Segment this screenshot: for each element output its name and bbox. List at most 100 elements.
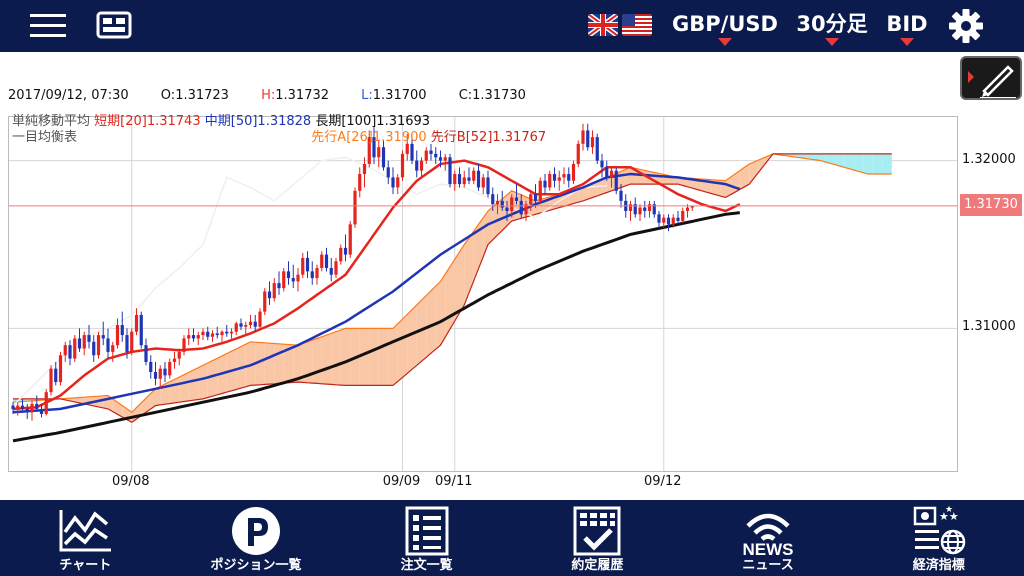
candle-body — [581, 130, 585, 144]
candle-body — [258, 311, 262, 327]
layout-grid-icon[interactable] — [94, 8, 134, 44]
candle-body — [187, 335, 191, 339]
candle-datetime: 2017/09/12, 07:30 — [8, 88, 129, 103]
price-axis: 1.31000 1.32000 — [958, 116, 1024, 472]
gear-icon[interactable] — [946, 8, 986, 44]
time-tick-label: 09/12 — [644, 474, 682, 489]
candle-body — [215, 333, 219, 336]
candle-body — [177, 351, 181, 359]
svg-text:★: ★ — [945, 506, 953, 515]
ichimoku-cloud-segment — [336, 330, 341, 386]
candle-body — [343, 247, 348, 255]
ichimoku-cloud-segment — [312, 338, 317, 384]
candle-body — [282, 271, 286, 289]
nav-positions-label: ポジション一覧 — [210, 558, 302, 573]
nav-orders-label: 注文一覧 — [400, 558, 453, 573]
candle-body — [457, 174, 462, 185]
ichimoku-cloud-segment — [412, 304, 417, 370]
candle-body — [163, 368, 167, 376]
candle-body — [377, 147, 381, 158]
price-chart[interactable] — [8, 116, 958, 472]
ichimoku-cloud-segment — [279, 343, 284, 384]
candle-body — [149, 361, 153, 373]
nav-indicators[interactable]: ★★ ★ 経済指標 — [853, 500, 1024, 576]
candle-body — [353, 190, 357, 225]
ichimoku-cloud-segment — [212, 358, 218, 397]
ichimoku-cloud-segment — [179, 374, 184, 403]
ichimoku-legend-row: 一目均衡表 先行A[26]1.31900 先行B[52]1.31767 — [12, 130, 546, 146]
candle-body — [210, 333, 215, 337]
nav-executions-label: 約定履歴 — [571, 558, 624, 573]
ichimoku-cloud-segment — [440, 274, 446, 346]
ichimoku-cloud-segment — [317, 336, 322, 384]
candle-body — [291, 278, 295, 282]
candle-body — [614, 170, 618, 191]
ichimoku-cloud-segment — [621, 169, 626, 188]
candle-body — [158, 368, 162, 379]
sma-long-value: 長期[100]1.31693 — [315, 114, 431, 129]
nav-positions[interactable]: ポジション一覧 — [171, 500, 342, 576]
candle-body — [296, 274, 300, 282]
candle-body — [334, 261, 338, 275]
candle-body — [144, 345, 148, 362]
ichimoku-cloud-segment — [849, 153, 854, 171]
candle-body — [16, 405, 20, 409]
time-axis: 09/08 09/09 09/11 09/12 — [8, 472, 958, 500]
candle-body — [424, 150, 428, 161]
candle-body — [329, 267, 333, 275]
price-chart-canvas[interactable] — [9, 117, 957, 471]
candle-body — [182, 338, 186, 352]
candle-body — [248, 321, 253, 326]
ichimoku-title: 一目均衡表 — [12, 130, 78, 145]
candle-body — [139, 314, 143, 346]
ichimoku-cloud-segment — [426, 290, 431, 358]
candle-body — [58, 355, 63, 383]
nav-news[interactable]: NEWS ニュース — [683, 500, 854, 576]
candle-body — [643, 207, 647, 211]
candle-body — [106, 338, 110, 352]
ichimoku-cloud-segment — [882, 153, 887, 175]
ichimoku-cloud-segment — [345, 328, 351, 386]
nav-indicators-label: 経済指標 — [912, 558, 965, 573]
candle-body — [543, 180, 547, 188]
current-price-label: 1.31730 — [960, 193, 1022, 216]
sma-short-value: 短期[20]1.31743 — [94, 114, 201, 129]
candle-body — [410, 143, 414, 161]
price-tick-label: 1.31000 — [962, 319, 1016, 335]
ichimoku-cloud-segment — [393, 323, 398, 386]
ichimoku-cloud-segment — [269, 343, 275, 385]
ichimoku-cloud-segment — [397, 318, 403, 382]
nav-orders[interactable]: 注文一覧 — [341, 500, 512, 576]
candle-body — [595, 137, 599, 161]
ichimoku-cloud-segment — [445, 266, 450, 338]
drawing-tool-button[interactable] — [960, 56, 1022, 100]
candle-body — [685, 207, 690, 211]
open-value: O:1.31723 — [161, 88, 229, 103]
candle-body — [443, 157, 447, 161]
ichimoku-cloud-segment — [839, 153, 845, 168]
candle-body — [396, 177, 400, 188]
candle-body — [101, 335, 105, 339]
candle-body — [486, 177, 490, 195]
candle-body — [30, 403, 34, 413]
candle-body — [362, 163, 367, 175]
nav-chart[interactable]: チャート — [0, 500, 171, 576]
candle-body — [434, 153, 438, 158]
ichimoku-cloud-segment — [402, 314, 408, 378]
candle-body — [206, 331, 210, 337]
candle-body — [320, 254, 324, 268]
price-type-select[interactable]: BID — [882, 10, 932, 46]
sma-mid-value: 中期[50]1.31828 — [204, 114, 312, 129]
ichimoku-cloud-segment — [198, 365, 203, 400]
candle-body — [519, 200, 523, 215]
timeframe-select[interactable]: 30分足 — [792, 10, 872, 46]
currency-pair-select[interactable]: GBP/USD — [666, 10, 784, 46]
hamburger-icon[interactable] — [28, 8, 68, 44]
timeframe-label: 30分足 — [796, 12, 868, 36]
ichimoku-cloud-segment — [872, 153, 878, 175]
candle-body — [301, 257, 305, 275]
close-label: C: — [458, 88, 473, 103]
candle-body — [415, 160, 419, 171]
nav-executions[interactable]: 約定履歴 — [512, 500, 683, 576]
ichimoku-cloud-segment — [488, 206, 493, 245]
